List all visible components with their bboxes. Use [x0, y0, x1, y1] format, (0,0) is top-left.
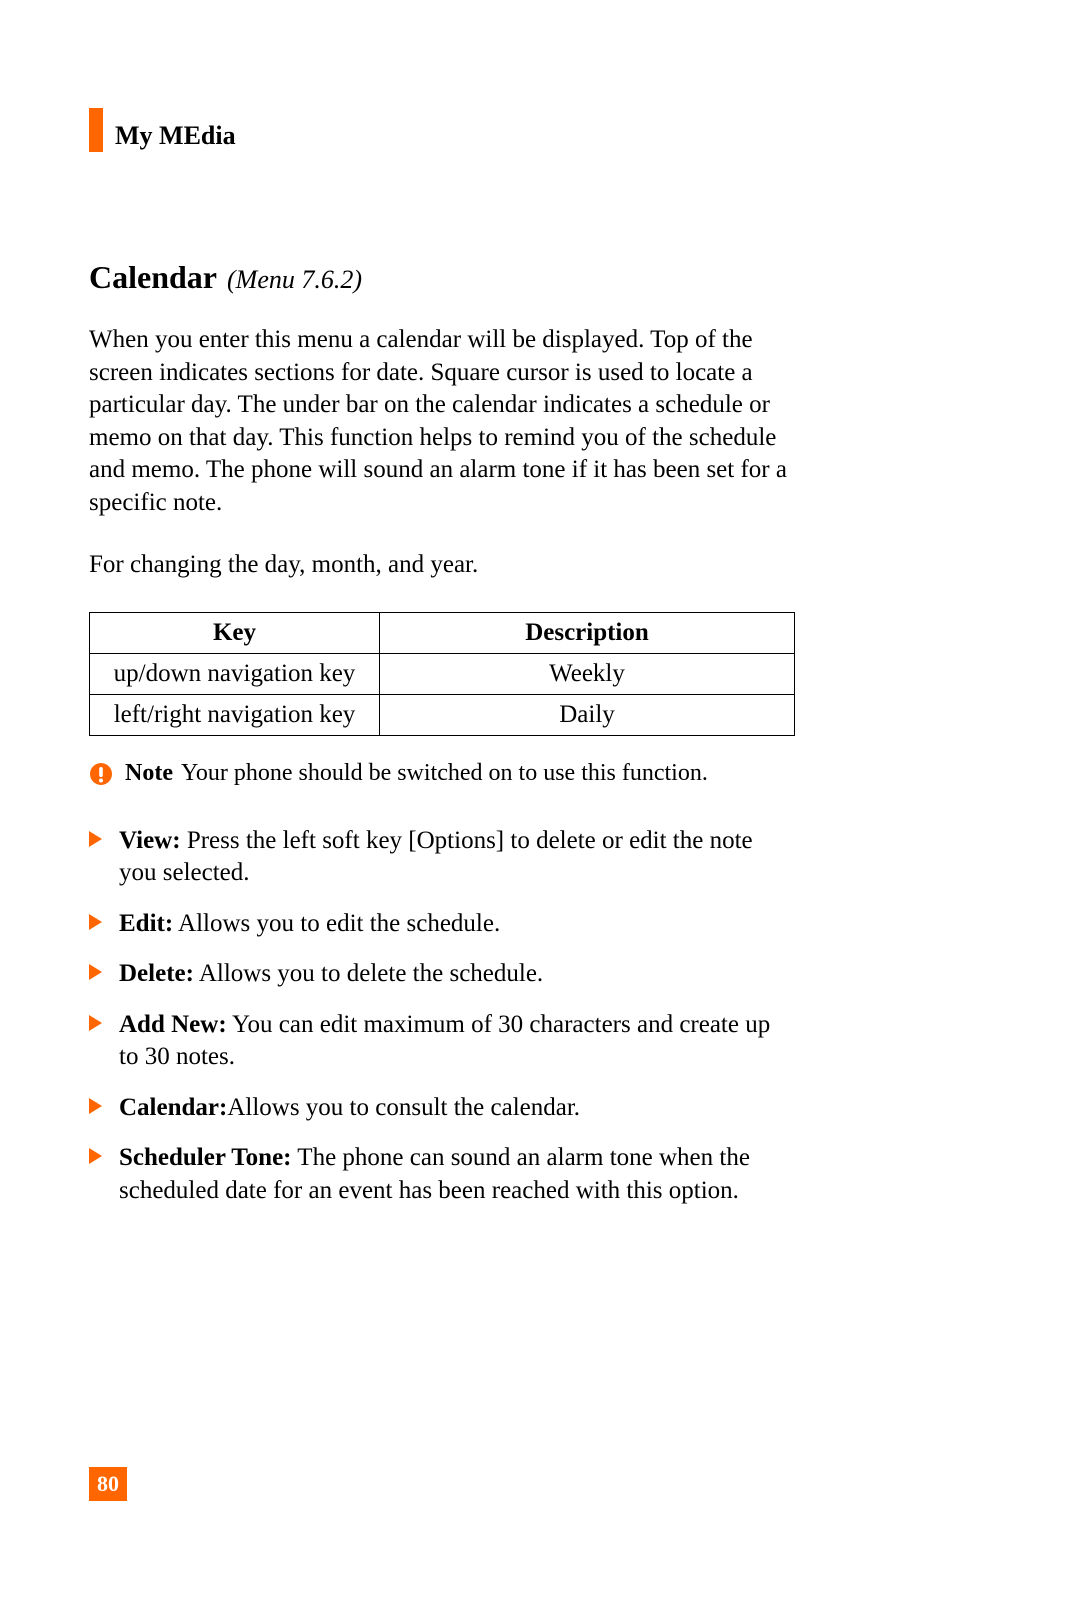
triangle-icon	[89, 831, 102, 847]
table-cell-desc: Daily	[380, 694, 795, 735]
alert-icon	[89, 762, 113, 786]
page-number: 80	[89, 1467, 127, 1501]
list-item: Add New: You can edit maximum of 30 char…	[89, 1009, 794, 1074]
list-item: View: Press the left soft key [Options] …	[89, 825, 794, 890]
note-block: Note Your phone should be switched on to…	[89, 760, 794, 787]
table-cell-desc: Weekly	[380, 653, 795, 694]
note-label: Note	[125, 760, 173, 787]
bullet-text: Allows you to delete the schedule.	[194, 960, 543, 987]
triangle-icon	[89, 914, 102, 930]
bullet-text: Allows you to edit the schedule.	[173, 910, 500, 937]
intro-paragraph: When you enter this menu a calendar will…	[89, 324, 794, 519]
key-description-table: Key Description up/down navigation key W…	[89, 612, 795, 736]
second-paragraph: For changing the day, month, and year.	[89, 549, 794, 582]
table-header-row: Key Description	[90, 612, 795, 653]
options-list: View: Press the left soft key [Options] …	[89, 825, 794, 1208]
table-header-description: Description	[380, 612, 795, 653]
triangle-icon	[89, 964, 102, 980]
bullet-text: Allows you to consult the calendar.	[227, 1094, 580, 1121]
section-title: My MEdia	[115, 109, 236, 151]
page-subtitle: (Menu 7.6.2)	[227, 265, 362, 294]
triangle-icon	[89, 1148, 102, 1164]
table-row: left/right navigation key Daily	[90, 694, 795, 735]
table-header-key: Key	[90, 612, 380, 653]
triangle-icon	[89, 1098, 102, 1114]
list-item: Delete: Allows you to delete the schedul…	[89, 958, 794, 991]
section-header: My MEdia	[89, 108, 236, 152]
bullet-label: View:	[119, 827, 181, 854]
bullet-text: Press the left soft key [Options] to del…	[119, 827, 753, 887]
accent-bar	[89, 108, 103, 152]
bullet-label: Edit:	[119, 910, 173, 937]
table-cell-key: up/down navigation key	[90, 653, 380, 694]
bullet-label: Scheduler Tone:	[119, 1144, 292, 1171]
note-text: Your phone should be switched on to use …	[181, 760, 708, 787]
triangle-icon	[89, 1015, 102, 1031]
list-item: Edit: Allows you to edit the schedule.	[89, 908, 794, 941]
main-content: Calendar (Menu 7.6.2) When you enter thi…	[89, 259, 794, 1225]
list-item: Scheduler Tone: The phone can sound an a…	[89, 1142, 794, 1207]
bullet-label: Add New:	[119, 1011, 227, 1038]
list-item: Calendar:Allows you to consult the calen…	[89, 1092, 794, 1125]
bullet-label: Delete:	[119, 960, 194, 987]
page-title: Calendar	[89, 259, 217, 295]
table-cell-key: left/right navigation key	[90, 694, 380, 735]
bullet-label: Calendar:	[119, 1094, 227, 1121]
page-title-line: Calendar (Menu 7.6.2)	[89, 259, 794, 296]
table-row: up/down navigation key Weekly	[90, 653, 795, 694]
